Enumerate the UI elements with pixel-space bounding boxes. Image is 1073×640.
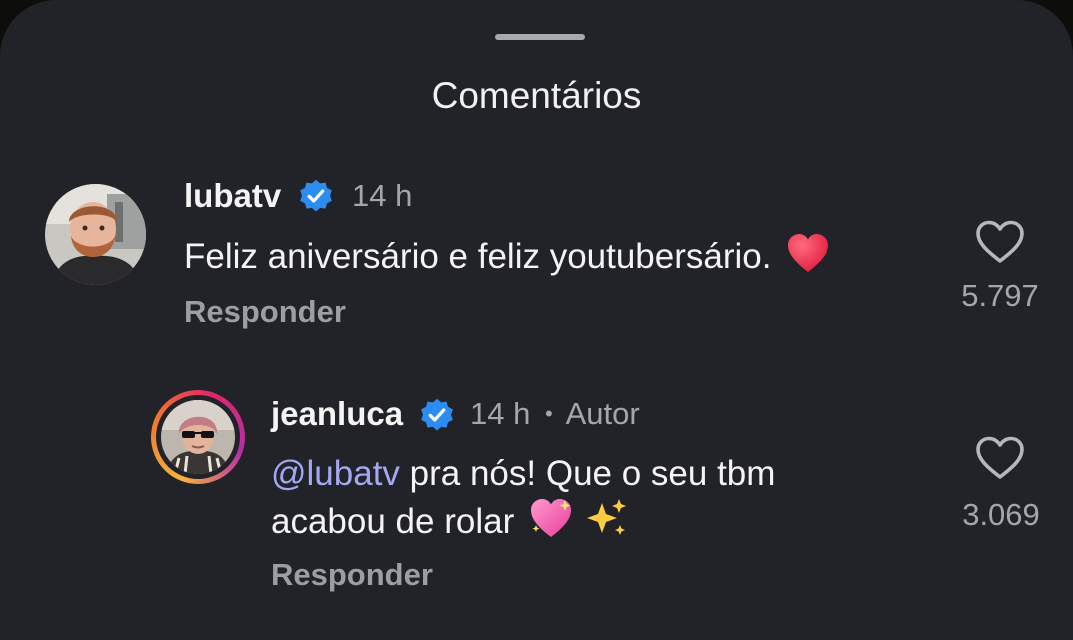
author-badge: Autor [565,396,640,431]
verified-badge-icon [300,179,332,212]
avatar-jeanluca-image [161,400,235,474]
avatar-jeanluca[interactable] [161,400,235,474]
like-count: 3.069 [962,497,1040,532]
comment-text: Feliz aniversário e feliz youtubersário. [184,234,829,280]
reply-text-line1: pra nós! Que o seu tbm [399,454,776,493]
avatar-lubatv-image [45,184,146,285]
drag-handle[interactable] [495,34,585,40]
reply-text-line2: acabou de rolar [271,502,515,541]
reply-meta: 14 h • Autor [470,394,640,434]
comment-time: 14 h [352,178,413,213]
reply-button[interactable]: Responder [184,292,346,332]
red-heart-icon [788,234,829,272]
sparkles-icon [586,499,626,535]
meta-separator: • [544,401,553,426]
sparkling-heart-icon [530,499,571,537]
reply-username[interactable]: jeanluca [271,394,403,434]
verified-badge-icon [421,398,453,431]
reply-button[interactable]: Responder [271,555,433,595]
sheet-title: Comentários [431,75,642,116]
mention-link[interactable]: @lubatv [271,454,400,493]
reply-text: @lubatv pra nós! Que o seu tbm [271,451,775,497]
like-heart-icon[interactable] [975,436,1025,480]
comments-sheet: Comentários lubatv 14 h Feliz aniversári… [0,0,1073,640]
reply-time: 14 h [470,396,531,431]
avatar-lubatv[interactable] [45,184,146,285]
reply-text-second-line: acabou de rolar [271,497,628,545]
like-count: 5.797 [961,278,1039,313]
comment-text-body: Feliz aniversário e feliz youtubersário. [184,237,772,276]
comment-username[interactable]: lubatv [184,176,281,216]
like-heart-icon[interactable] [975,220,1025,264]
